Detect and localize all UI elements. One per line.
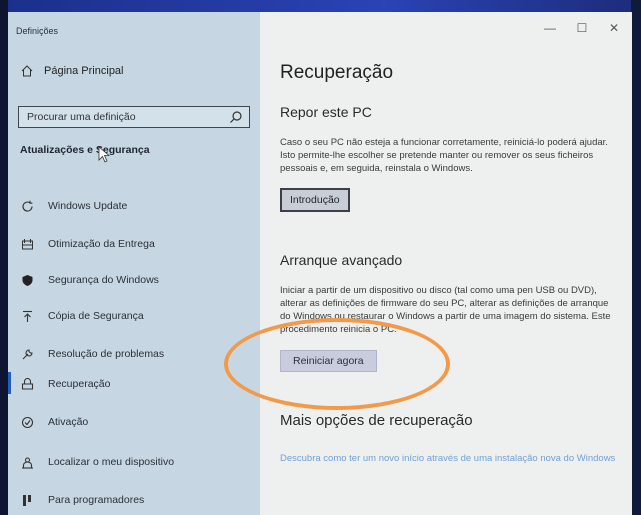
annotation-ellipse	[224, 318, 450, 410]
active-indicator	[8, 372, 11, 394]
maximize-button[interactable]: ☐	[568, 18, 596, 38]
refresh-icon	[20, 199, 34, 213]
advanced-startup-heading: Arranque avançado	[280, 252, 403, 268]
sidebar-item-label: Windows Update	[48, 200, 128, 212]
sidebar-item-label: Resolução de problemas	[48, 348, 165, 360]
delivery-icon	[20, 237, 34, 251]
main-content: — ☐ ✕ Recuperação Repor este PC Caso o s…	[260, 12, 632, 515]
nav-home-label: Página Principal	[44, 65, 124, 77]
sidebar-item-developers[interactable]: Para programadores	[20, 490, 144, 510]
close-button[interactable]: ✕	[600, 18, 628, 38]
settings-window: Definições Página Principal Procurar uma…	[8, 12, 632, 515]
reset-description: Caso o seu PC não esteja a funcionar cor…	[280, 137, 608, 174]
monitor-bezel-right	[631, 0, 641, 515]
recovery-icon	[20, 377, 34, 391]
more-options-heading: Mais opções de recuperação	[280, 412, 473, 429]
reset-heading: Repor este PC	[280, 104, 372, 120]
sidebar-item-activation[interactable]: Ativação	[20, 412, 88, 432]
sidebar-item-delivery-optimization[interactable]: Otimização da Entrega	[20, 234, 155, 254]
sidebar: Definições Página Principal Procurar uma…	[8, 12, 260, 515]
sidebar-item-find-device[interactable]: Localizar o meu dispositivo	[20, 452, 174, 472]
sidebar-item-windows-security[interactable]: Segurança do Windows	[20, 270, 159, 290]
sidebar-item-windows-update[interactable]: Windows Update	[20, 196, 127, 216]
backup-icon	[20, 309, 34, 323]
page-title: Recuperação	[280, 62, 394, 83]
check-circle-icon	[20, 415, 34, 429]
home-icon	[20, 64, 34, 78]
nav-home[interactable]: Página Principal	[20, 64, 124, 78]
sidebar-item-recovery[interactable]: Recuperação	[20, 374, 110, 394]
mouse-cursor-icon	[98, 146, 111, 163]
window-title: Definições	[16, 26, 59, 36]
search-icon[interactable]	[229, 110, 243, 124]
search-placeholder: Procurar uma definição	[27, 111, 136, 123]
sidebar-item-label: Ativação	[48, 416, 89, 428]
sidebar-item-label: Otimização da Entrega	[48, 238, 155, 250]
sidebar-item-backup[interactable]: Cópia de Segurança	[20, 306, 144, 326]
person-pin-icon	[20, 455, 34, 469]
sidebar-item-label: Localizar o meu dispositivo	[48, 456, 175, 468]
wrench-icon	[20, 347, 34, 361]
shield-icon	[20, 273, 34, 287]
sidebar-item-label: Segurança do Windows	[48, 274, 159, 286]
sidebar-item-label: Recuperação	[48, 378, 111, 390]
developer-icon	[20, 493, 34, 507]
minimize-button[interactable]: —	[536, 18, 564, 38]
section-title: Atualizações e Segurança	[20, 144, 150, 156]
fresh-start-link[interactable]: Descubra como ter um novo início através…	[280, 452, 632, 465]
sidebar-item-label: Para programadores	[48, 494, 145, 506]
monitor-bezel-left	[0, 0, 8, 515]
sidebar-item-label: Cópia de Segurança	[48, 310, 144, 322]
get-started-button[interactable]: Introdução	[280, 188, 350, 212]
sidebar-item-troubleshoot[interactable]: Resolução de problemas	[20, 344, 164, 364]
search-input[interactable]: Procurar uma definição	[18, 106, 250, 128]
window-controls: — ☐ ✕	[536, 18, 628, 38]
